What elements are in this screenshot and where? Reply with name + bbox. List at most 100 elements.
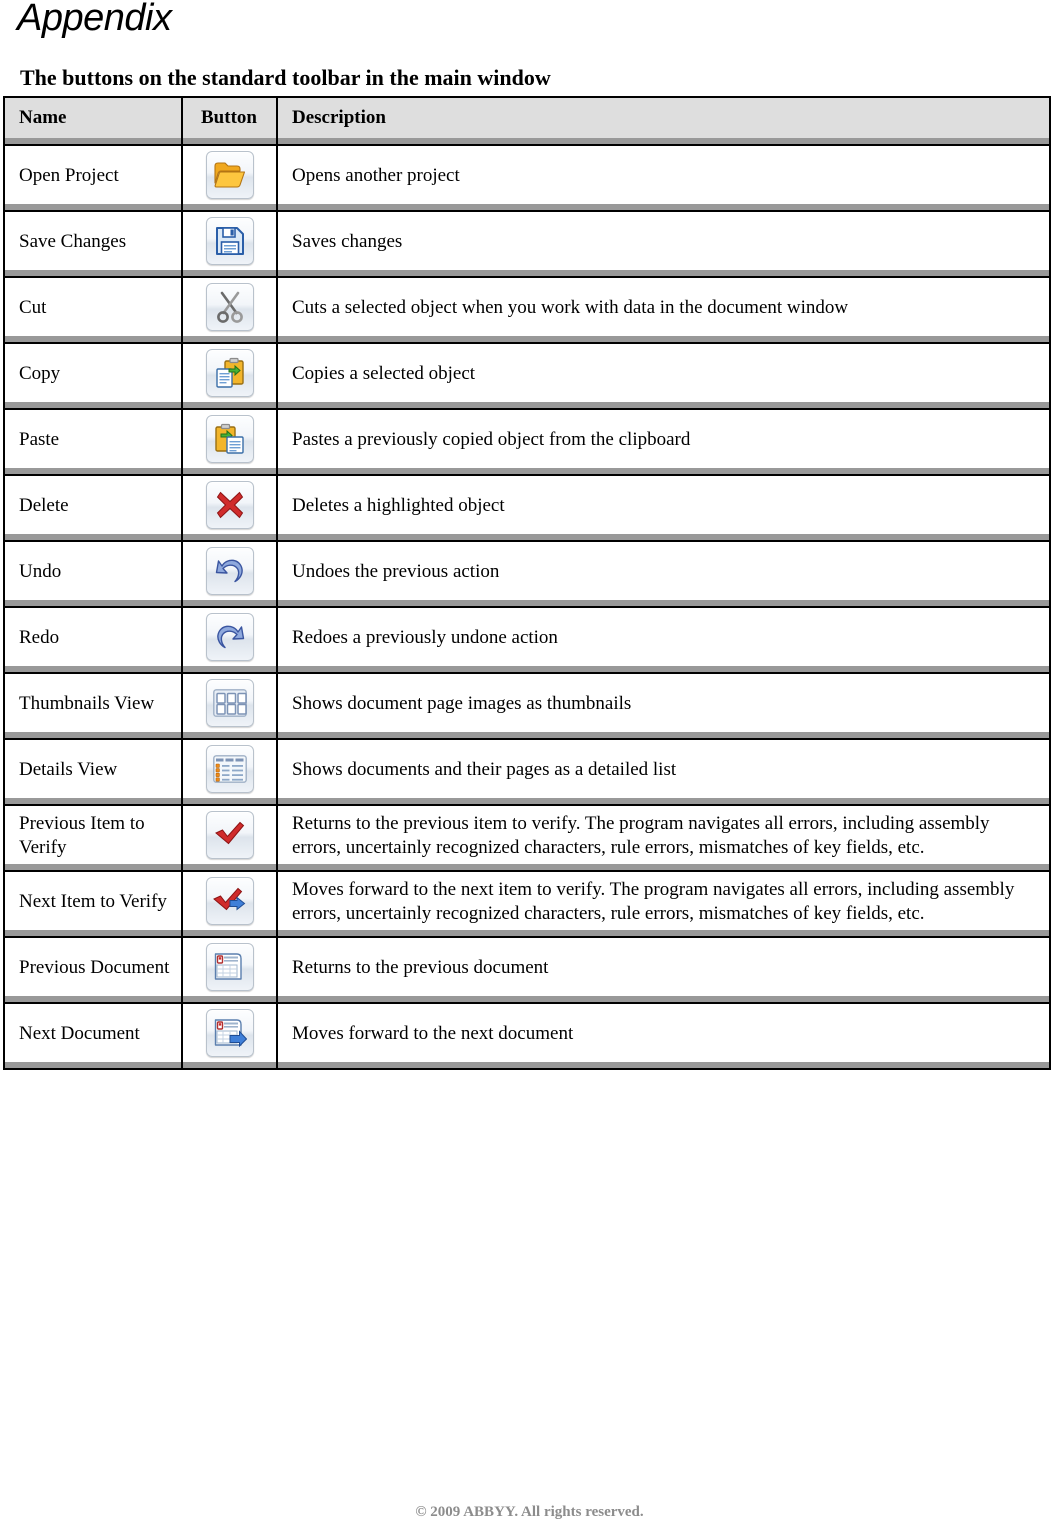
button-name-label: Undo	[19, 561, 62, 582]
button-description-text: Cuts a selected object when you work wit…	[292, 297, 849, 318]
column-header-description: Description	[276, 96, 1051, 146]
cell-button-name: Cut	[3, 276, 183, 344]
button-description-text: Returns to the previous document	[292, 957, 549, 978]
button-name-label: Next Document	[19, 1023, 140, 1044]
cell-button-icon	[181, 144, 278, 212]
document-page: Appendix The buttons on the standard too…	[0, 0, 1059, 1538]
table-row: Details View Shows documents and their p…	[3, 738, 1051, 806]
button-name-label: Cut	[19, 297, 47, 318]
table-row: Delete Deletes a highlighted object	[3, 474, 1051, 542]
cell-button-description: Cuts a selected object when you work wit…	[276, 276, 1051, 344]
column-header-button: Button	[181, 96, 278, 146]
table-row: Copy Copies a selected object	[3, 342, 1051, 410]
icon-wrapper	[183, 741, 276, 803]
table-header-row: Name Button Description	[3, 96, 1051, 146]
cell-button-name: Paste	[3, 408, 183, 476]
icon-wrapper	[183, 411, 276, 473]
thumbnails-grid-icon[interactable]	[205, 679, 254, 727]
cell-button-icon	[181, 870, 278, 938]
cell-button-icon	[181, 804, 278, 872]
cell-button-icon	[181, 210, 278, 278]
page-footer: © 2009 ABBYY. All rights reserved.	[415, 1504, 644, 1520]
open-folder-icon[interactable]	[205, 151, 254, 199]
icon-wrapper	[183, 873, 276, 935]
cell-button-icon	[181, 408, 278, 476]
paste-clipboard-icon[interactable]	[205, 415, 254, 463]
cell-button-description: Deletes a highlighted object	[276, 474, 1051, 542]
icon-wrapper	[183, 1005, 276, 1067]
redo-arrow-icon[interactable]	[205, 613, 254, 661]
cell-button-name: Previous Item to Verify	[3, 804, 183, 872]
table-row: Next Document Moves forward to the next …	[3, 1002, 1051, 1070]
red-x-delete-icon[interactable]	[205, 481, 254, 529]
button-description-text: Returns to the previous item to verify. …	[292, 813, 990, 858]
table-row: Previous Document Returns to the previou…	[3, 936, 1051, 1004]
cell-button-name: Delete	[3, 474, 183, 542]
button-description-text: Saves changes	[292, 231, 403, 252]
column-header-name: Name	[3, 96, 183, 146]
button-name-label: Details View	[19, 759, 118, 780]
cell-button-description: Shows document page images as thumbnails	[276, 672, 1051, 740]
cell-button-description: Moves forward to the next document	[276, 1002, 1051, 1070]
cell-button-icon	[181, 540, 278, 608]
table-row: Open Project Opens another project	[3, 144, 1051, 212]
button-name-label: Next Item to Verify	[19, 891, 167, 912]
cell-button-icon	[181, 1002, 278, 1070]
page-title: Appendix	[17, 0, 172, 39]
document-right-arrow-icon[interactable]	[205, 1009, 254, 1057]
cell-button-name: Thumbnails View	[3, 672, 183, 740]
check-left-arrow-icon[interactable]	[205, 811, 254, 859]
cell-button-icon	[181, 342, 278, 410]
icon-wrapper	[183, 807, 276, 869]
cell-button-description: Undoes the previous action	[276, 540, 1051, 608]
undo-arrow-icon[interactable]	[205, 547, 254, 595]
column-header-name-label: Name	[19, 107, 67, 128]
button-name-label: Redo	[19, 627, 60, 648]
details-list-icon[interactable]	[205, 745, 254, 793]
table-body: Open Project Opens another project Save C…	[3, 144, 1051, 1070]
icon-wrapper	[183, 345, 276, 407]
cell-button-name: Open Project	[3, 144, 183, 212]
document-left-arrow-icon[interactable]	[205, 943, 254, 991]
cell-button-icon	[181, 276, 278, 344]
table-row: Next Item to Verify Moves forward to the…	[3, 870, 1051, 938]
button-description-text: Redoes a previously undone action	[292, 627, 558, 648]
table-row: Paste Pastes a previously copied object …	[3, 408, 1051, 476]
table-row: Save Changes Saves changes	[3, 210, 1051, 278]
button-name-label: Thumbnails View	[19, 693, 155, 714]
button-name-label: Save Changes	[19, 231, 127, 252]
cell-button-name: Undo	[3, 540, 183, 608]
button-name-label: Previous Item to Verify	[19, 813, 145, 858]
button-name-label: Previous Document	[19, 957, 170, 978]
cell-button-name: Next Item to Verify	[3, 870, 183, 938]
copy-clipboard-icon[interactable]	[205, 349, 254, 397]
table-row: Undo Undoes the previous action	[3, 540, 1051, 608]
button-description-text: Moves forward to the next item to verify…	[292, 879, 1015, 924]
button-description-text: Shows document page images as thumbnails	[292, 693, 632, 714]
scissors-cut-icon[interactable]	[205, 283, 254, 331]
cell-button-description: Redoes a previously undone action	[276, 606, 1051, 674]
icon-wrapper	[183, 939, 276, 1001]
icon-wrapper	[183, 609, 276, 671]
cell-button-name: Previous Document	[3, 936, 183, 1004]
cell-button-icon	[181, 672, 278, 740]
button-name-label: Paste	[19, 429, 60, 450]
cell-button-description: Shows documents and their pages as a det…	[276, 738, 1051, 806]
button-description-text: Opens another project	[292, 165, 460, 186]
button-name-label: Delete	[19, 495, 69, 516]
cell-button-name: Copy	[3, 342, 183, 410]
button-description-text: Undoes the previous action	[292, 561, 500, 582]
button-description-text: Moves forward to the next document	[292, 1023, 574, 1044]
icon-wrapper	[183, 147, 276, 209]
button-name-label: Copy	[19, 363, 61, 384]
table-header: Name Button Description	[3, 96, 1051, 146]
cell-button-description: Saves changes	[276, 210, 1051, 278]
cell-button-name: Details View	[3, 738, 183, 806]
cell-button-icon	[181, 606, 278, 674]
check-right-arrow-icon[interactable]	[205, 877, 254, 925]
floppy-disk-save-icon[interactable]	[205, 217, 254, 265]
icon-wrapper	[183, 213, 276, 275]
column-header-description-label: Description	[292, 107, 386, 128]
cell-button-name: Redo	[3, 606, 183, 674]
icon-wrapper	[183, 279, 276, 341]
